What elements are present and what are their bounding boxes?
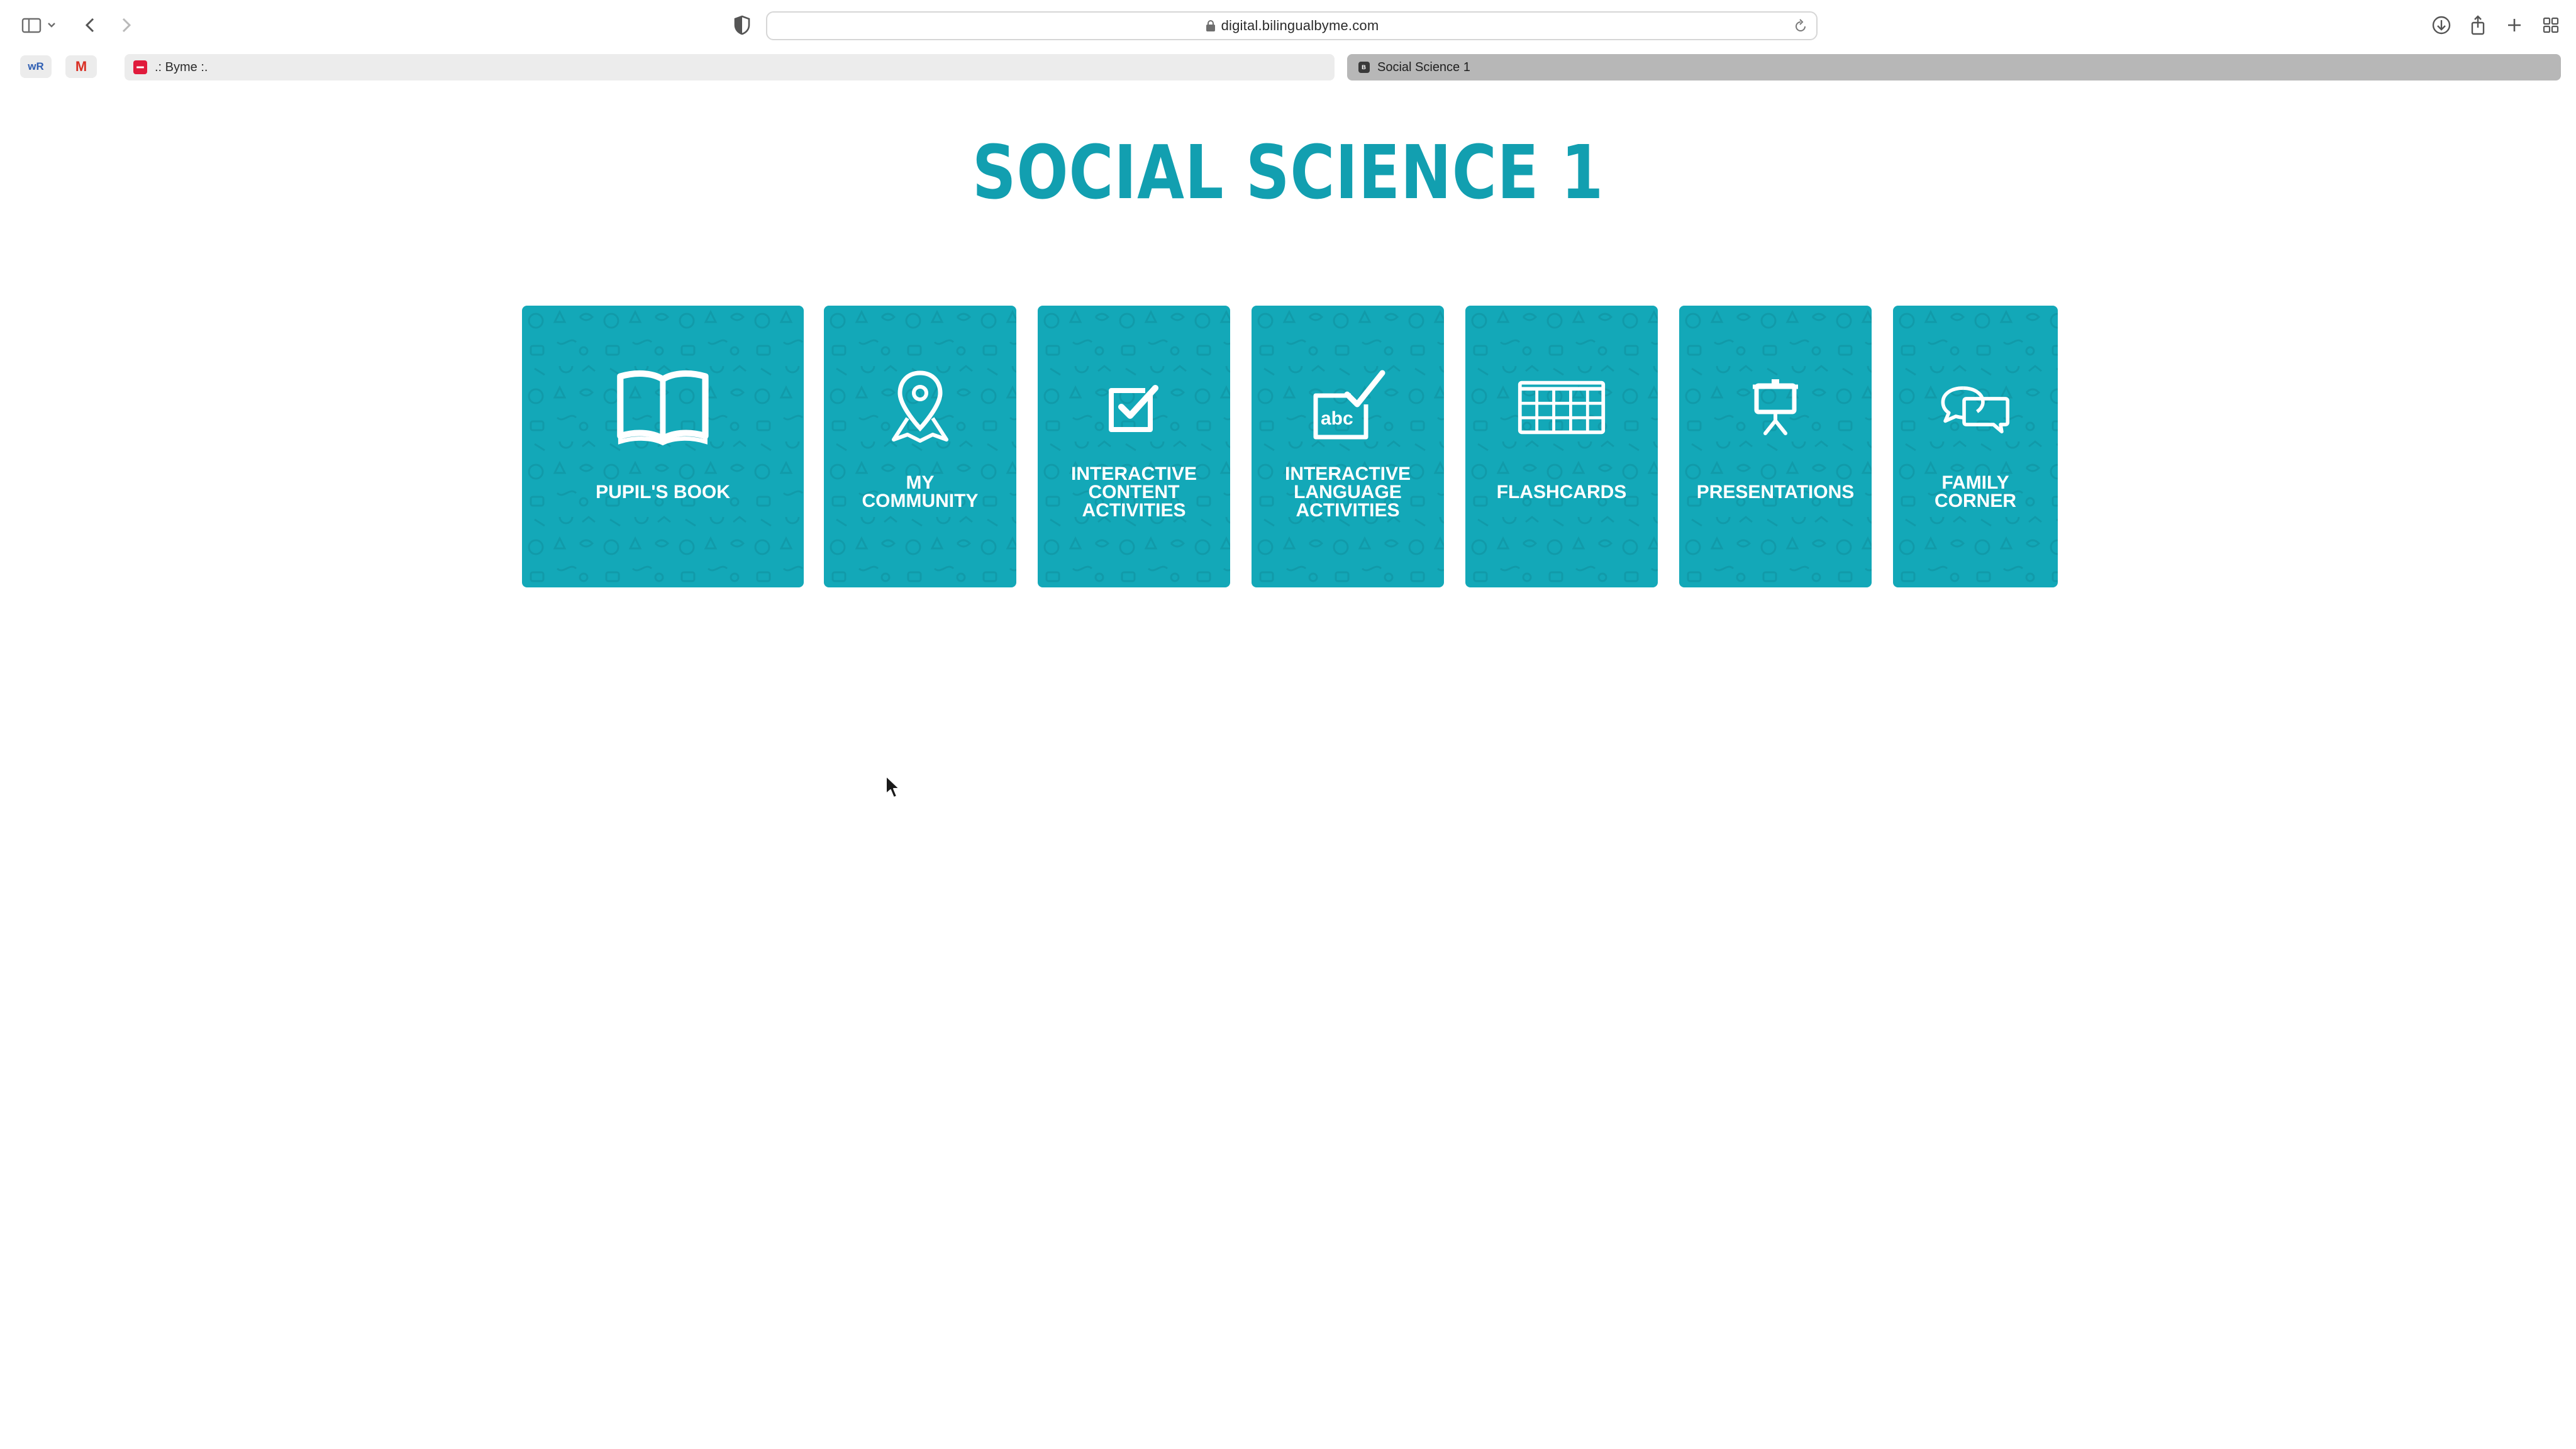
- svg-text:abc: abc: [1321, 408, 1353, 429]
- address-bar[interactable]: digital.bilingualbyme.com: [766, 11, 1818, 40]
- mouse-cursor-icon: [886, 775, 900, 798]
- downloads-icon[interactable]: [2429, 13, 2454, 38]
- tile-interactive-content-activities[interactable]: INTERACTIVE CONTENT ACTIVITIES: [1038, 306, 1230, 587]
- browser-toolbar: digital.bilingualbyme.com: [0, 0, 2576, 50]
- bookmark-wr-label: wR: [28, 60, 44, 72]
- tile-flashcards[interactable]: FLASHCARDS: [1465, 306, 1658, 587]
- tile-label: PRESENTATIONS: [1696, 481, 1855, 502]
- svg-text:B: B: [1362, 64, 1366, 70]
- easel-icon: [1725, 366, 1826, 448]
- tile-presentations[interactable]: PRESENTATIONS: [1679, 306, 1872, 587]
- tile-interactive-language-activities[interactable]: abc INTERACTIVE LANGUAGE ACTIVITIES: [1252, 306, 1444, 587]
- tab-title: Social Science 1: [1377, 60, 1470, 74]
- checkbox-icon: [1084, 366, 1184, 448]
- abc-check-icon: abc: [1297, 366, 1398, 448]
- tile-label: PUPIL'S BOOK: [596, 481, 730, 502]
- byme-favicon-icon: [133, 60, 147, 74]
- tile-pupils-book[interactable]: PUPIL'S BOOK: [522, 306, 804, 587]
- lock-icon: [1206, 20, 1215, 31]
- forward-icon[interactable]: [113, 13, 138, 38]
- privacy-shield-icon[interactable]: [730, 13, 755, 38]
- share-icon[interactable]: [2465, 13, 2490, 38]
- tab-bar: wR M .: Byme :. B Social Science 1: [0, 50, 2576, 83]
- page-title: SOCIAL SCIENCE 1: [972, 129, 1604, 216]
- book-icon: [613, 366, 713, 448]
- tile-label: INTERACTIVE LANGUAGE ACTIVITIES: [1284, 463, 1411, 521]
- url-text: digital.bilingualbyme.com: [1221, 18, 1379, 33]
- chevron-down-icon[interactable]: [45, 13, 58, 38]
- cards-grid-icon: [1511, 366, 1612, 448]
- back-icon[interactable]: [78, 13, 103, 38]
- site-favicon-icon: B: [1358, 62, 1370, 73]
- new-tab-icon[interactable]: [2502, 13, 2527, 38]
- tile-label: FAMILY CORNER: [1934, 472, 2016, 511]
- bookmark-wr[interactable]: wR: [20, 55, 52, 78]
- tile-label: MY COMMUNITY: [862, 472, 979, 511]
- gmail-icon: M: [75, 58, 87, 74]
- speech-bubbles-icon: [1925, 366, 2026, 448]
- tab-social-science[interactable]: B Social Science 1: [1347, 54, 2561, 80]
- tile-my-community[interactable]: MY COMMUNITY: [824, 306, 1016, 587]
- sidebar-toggle-icon[interactable]: [19, 13, 44, 38]
- bookmark-gmail[interactable]: M: [65, 55, 97, 78]
- tab-byme[interactable]: .: Byme :.: [125, 54, 1335, 80]
- tile-label: INTERACTIVE CONTENT ACTIVITIES: [1070, 463, 1197, 521]
- map-pin-icon: [870, 366, 970, 448]
- tab-title: .: Byme :.: [155, 60, 208, 74]
- tile-label: FLASHCARDS: [1496, 481, 1627, 502]
- tab-overview-icon[interactable]: [2538, 13, 2563, 38]
- reload-icon[interactable]: [1792, 18, 1809, 35]
- tile-family-corner[interactable]: FAMILY CORNER: [1893, 306, 2058, 587]
